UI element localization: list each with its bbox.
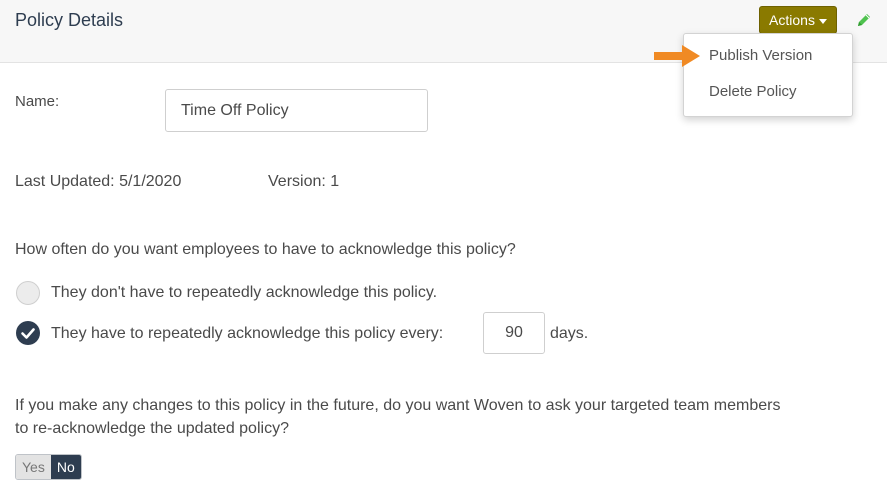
menu-item-delete-policy[interactable]: Delete Policy	[709, 83, 797, 100]
version-text: Version: 1	[268, 173, 340, 190]
caret-down-icon	[818, 18, 827, 24]
menu-item-publish-version[interactable]: Publish Version	[709, 47, 812, 64]
option-no-repeat-label: They don't have to repeatedly acknowledg…	[51, 284, 438, 301]
days-suffix: days.	[550, 325, 589, 342]
policy-name-input[interactable]	[165, 89, 428, 132]
reacknowledge-toggle: Yes No	[15, 454, 82, 480]
last-updated-text: Last Updated: 5/1/2020	[15, 173, 182, 190]
reacknowledge-question-line2: to re-acknowledge the updated policy?	[15, 420, 289, 437]
reacknowledge-question-line1: If you make any changes to this policy i…	[15, 397, 781, 414]
actions-button[interactable]: Actions	[759, 6, 837, 34]
radio-no-repeat[interactable]	[16, 281, 40, 305]
toggle-yes-button[interactable]: Yes	[16, 455, 51, 479]
page-title: Policy Details	[15, 10, 124, 30]
frequency-question: How often do you want employees to have …	[15, 241, 516, 258]
actions-button-label: Actions	[769, 12, 815, 28]
arrow-pointer-icon	[654, 45, 700, 67]
actions-dropdown-menu: Publish Version Delete Policy	[683, 33, 853, 117]
option-repeat-label: They have to repeatedly acknowledge this…	[51, 325, 444, 342]
name-label: Name:	[15, 93, 60, 110]
repeat-days-input[interactable]	[483, 312, 545, 354]
pencil-icon[interactable]	[855, 11, 873, 29]
checkmark-icon	[21, 328, 35, 339]
toggle-no-button[interactable]: No	[50, 455, 81, 479]
radio-repeat[interactable]	[16, 321, 40, 345]
